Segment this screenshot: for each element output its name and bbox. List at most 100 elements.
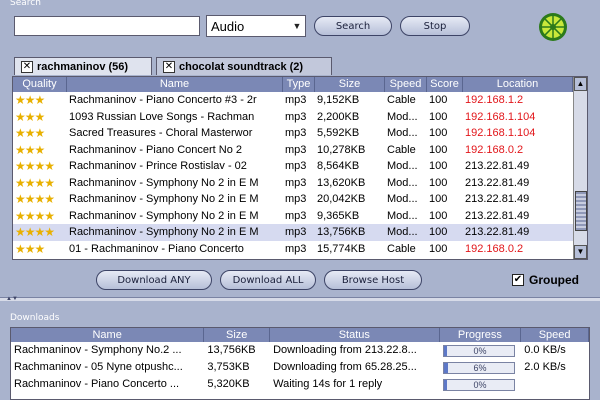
table-row[interactable]: ★★★ 01 - Rachmaninov - Piano Concerto mp3 1… xyxy=(13,241,587,258)
quality-stars-icon: ★★★ xyxy=(15,93,45,107)
downloads-header: Name Size Status Progress Speed xyxy=(11,328,589,342)
download-status: Waiting 14s for 1 reply xyxy=(273,378,383,390)
browse-host-button[interactable]: Browse Host xyxy=(324,270,422,290)
chevron-down-icon: ▼ xyxy=(292,21,302,31)
result-location: 192.168.0.2 xyxy=(463,257,573,259)
quality-stars-icon: ★★★ xyxy=(15,109,45,124)
column-header-quality[interactable]: Quality xyxy=(13,77,67,92)
result-type: mp3 xyxy=(285,242,307,255)
download-speed: 2.0 KB/s xyxy=(524,361,566,373)
download-status: Downloading from 213.22.8... xyxy=(273,344,417,356)
result-score: 100 xyxy=(429,110,448,123)
tab-label: chocolat soundtrack (2) xyxy=(179,60,304,73)
download-size: 3,753KB xyxy=(207,361,250,373)
table-row[interactable]: ★★★Rachmaninov - Piano Concerto No-3mp31… xyxy=(13,257,587,259)
result-size: 2,200KB xyxy=(317,110,360,123)
result-name: Rachmaninov - Symphony No 2 in E M xyxy=(69,209,259,222)
table-row[interactable]: ★★★★ Rachmaninov - Prince Rostislav - 02 m… xyxy=(13,158,587,175)
result-type: mp3 xyxy=(285,143,307,156)
collapse-arrows-icon[interactable]: ▲▼ xyxy=(6,296,18,302)
download-status: Downloading from 65.28.25... xyxy=(273,361,417,373)
table-row[interactable]: ★★★★ Rachmaninov - Symphony No 2 in E M mp… xyxy=(13,175,587,192)
column-header-size[interactable]: Size xyxy=(315,77,385,92)
download-name: Rachmaninov - Piano Concerto ... xyxy=(14,378,180,390)
column-header-size[interactable]: Size xyxy=(204,328,271,342)
results-scrollbar[interactable]: ▲ ▼ xyxy=(573,77,587,259)
result-speed: Mod... xyxy=(387,209,418,222)
column-header-name[interactable]: Name xyxy=(67,77,283,92)
result-size: 13,620KB xyxy=(317,176,366,189)
results-table: Quality Name Type Size Speed Score Locat… xyxy=(12,76,588,260)
result-size: 8,564KB xyxy=(317,160,360,172)
result-location: 192.168.1.104 xyxy=(465,127,536,139)
table-row[interactable]: ★★★ Sacred Treasures - Choral Masterwor mp… xyxy=(13,125,587,142)
download-row[interactable]: Rachmaninov - Piano Concerto ... 5,320KB W… xyxy=(11,376,589,393)
result-type: mp3 xyxy=(285,176,307,189)
download-row[interactable]: Rachmaninov - Symphony No.2 ... 13,756KB D… xyxy=(11,342,589,359)
progress-bar: 0% xyxy=(442,379,515,391)
close-icon[interactable]: ✕ xyxy=(163,60,175,73)
scroll-down-icon[interactable]: ▼ xyxy=(574,245,587,259)
table-row[interactable]: ★★★★ Rachmaninov - Symphony No 2 in E M mp… xyxy=(13,224,587,241)
grouped-toggle[interactable]: ✔ Grouped xyxy=(512,273,579,287)
search-button[interactable]: Search xyxy=(314,16,392,36)
result-type: mp3 xyxy=(285,160,307,172)
column-header-progress[interactable]: Progress xyxy=(440,328,522,342)
result-location: 192.168.0.2 xyxy=(465,242,524,255)
column-header-speed[interactable]: Speed xyxy=(521,328,589,342)
table-row[interactable]: ★★★ Rachmaninov - Piano Concert No 2 mp3 10… xyxy=(13,142,587,159)
column-header-status[interactable]: Status xyxy=(270,328,440,342)
result-name: Rachmaninov - Piano Concerto No-3 xyxy=(67,257,283,259)
download-all-button[interactable]: Download ALL xyxy=(220,270,316,290)
download-name: Rachmaninov - 05 Nyne otpushc... xyxy=(14,361,183,373)
download-any-button[interactable]: Download ANY xyxy=(96,270,212,290)
result-size: 9,365KB xyxy=(317,209,360,222)
result-type: mp3 xyxy=(285,127,307,139)
close-icon[interactable]: ✕ xyxy=(21,60,33,73)
progress-bar: 6% xyxy=(442,362,515,374)
tab-chocolat-soundtrack[interactable]: ✕ chocolat soundtrack (2) xyxy=(156,57,332,75)
result-type: mp3 xyxy=(285,226,307,238)
result-speed: Cable xyxy=(385,257,427,259)
grouped-label: Grouped xyxy=(529,273,579,287)
search-input[interactable] xyxy=(14,16,200,36)
download-size: 13,756KB xyxy=(207,344,256,356)
downloads-table: Name Size Status Progress Speed Rachmani… xyxy=(10,327,590,400)
result-speed: Mod... xyxy=(387,176,418,189)
media-type-value: Audio xyxy=(211,18,245,34)
column-header-location[interactable]: Location xyxy=(463,77,573,92)
table-row[interactable]: ★★★ Rachmaninov - Piano Concerto #3 - 2r m… xyxy=(13,92,587,109)
result-location: 213.22.81.49 xyxy=(465,193,530,205)
progress-bar: 0% xyxy=(442,345,515,357)
column-header-speed[interactable]: Speed xyxy=(385,77,427,92)
tab-label: rachmaninov (56) xyxy=(37,60,129,73)
result-score: 100 xyxy=(429,193,448,205)
scroll-thumb[interactable] xyxy=(575,191,587,231)
column-header-type[interactable]: Type xyxy=(283,77,315,92)
download-row[interactable]: Rachmaninov - 05 Nyne otpushc... 3,753KB D… xyxy=(11,359,589,376)
result-type: mp3 xyxy=(285,110,307,123)
table-row[interactable]: ★★★★ Rachmaninov - Symphony No 2 in E M mp… xyxy=(13,208,587,225)
scroll-up-icon[interactable]: ▲ xyxy=(574,77,587,91)
media-type-select[interactable]: Audio ▼ xyxy=(206,15,306,37)
download-progress-cell: 0% xyxy=(440,342,522,359)
result-score: 100 xyxy=(429,127,448,139)
download-size: 5,320KB xyxy=(207,378,250,390)
quality-stars-icon: ★★★ xyxy=(15,241,45,256)
table-row[interactable]: ★★★ 1093 Russian Love Songs - Rachman mp3 2… xyxy=(13,109,587,126)
result-name: 01 - Rachmaninov - Piano Concerto xyxy=(69,242,244,255)
column-header-score[interactable]: Score xyxy=(427,77,463,92)
result-location: 213.22.81.49 xyxy=(465,209,530,222)
download-speed xyxy=(521,376,589,393)
result-name: Rachmaninov - Symphony No 2 in E M xyxy=(69,176,259,189)
result-type: mp3 xyxy=(285,193,307,205)
result-location: 213.22.81.49 xyxy=(465,176,530,189)
result-score: 100 xyxy=(429,94,448,106)
column-header-name[interactable]: Name xyxy=(11,328,205,342)
stop-button[interactable]: Stop xyxy=(400,16,470,36)
tab-rachmaninov[interactable]: ✕ rachmaninov (56) xyxy=(14,57,152,75)
table-row[interactable]: ★★★★ Rachmaninov - Symphony No 2 in E M mp… xyxy=(13,191,587,208)
panel-splitter[interactable] xyxy=(0,297,600,301)
grouped-checkbox[interactable]: ✔ xyxy=(512,274,524,286)
result-size: 9,152KB xyxy=(317,94,360,106)
